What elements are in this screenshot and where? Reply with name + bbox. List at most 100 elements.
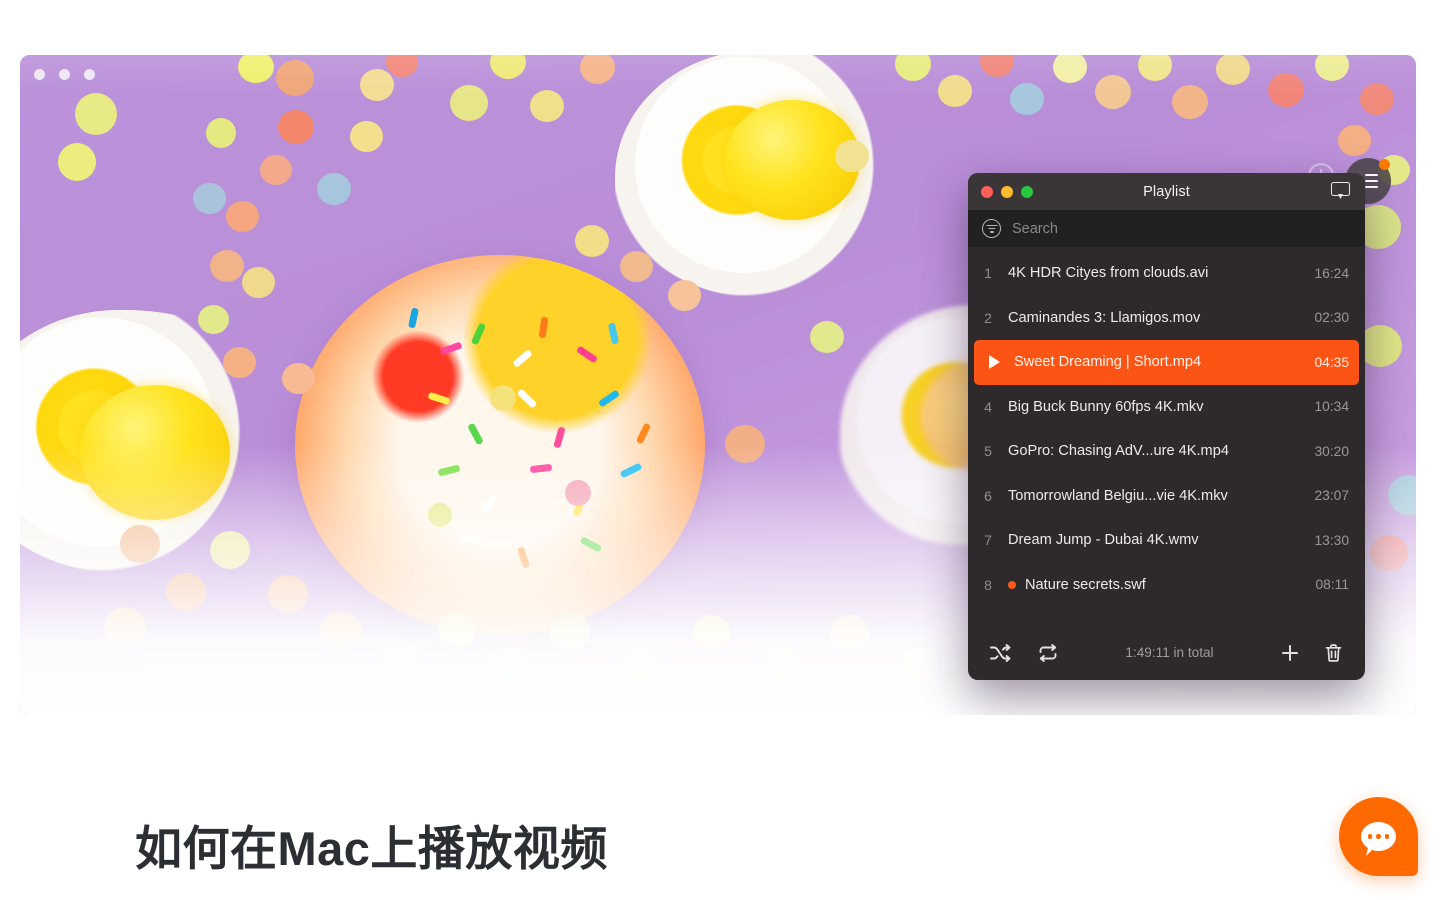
repeat-icon[interactable] bbox=[1037, 643, 1059, 662]
item-index: 6 bbox=[984, 487, 992, 504]
candy-dot bbox=[575, 225, 609, 257]
donut-with-sprinkles bbox=[295, 255, 705, 635]
item-name: Caminandes 3: Llamigos.mov bbox=[1008, 309, 1201, 326]
candy-dot bbox=[58, 143, 96, 181]
candy-dot bbox=[350, 121, 383, 152]
item-index: 1 bbox=[984, 265, 992, 282]
playlist-titlebar: Playlist bbox=[968, 173, 1365, 210]
plus-icon[interactable] bbox=[1280, 643, 1300, 663]
list-item[interactable]: 1 4K HDR Cityes from clouds.avi 16:24 bbox=[968, 251, 1365, 296]
candy-dot bbox=[268, 575, 308, 613]
candy-dot bbox=[830, 615, 870, 653]
play-icon bbox=[974, 355, 1014, 370]
search-input[interactable] bbox=[1012, 220, 1351, 237]
item-index: 4 bbox=[984, 398, 992, 415]
candy-dot bbox=[450, 85, 488, 121]
candy-dot bbox=[242, 267, 275, 298]
item-duration: 08:11 bbox=[1315, 577, 1349, 593]
item-duration: 23:07 bbox=[1314, 488, 1349, 504]
candy-dot bbox=[276, 60, 314, 96]
list-item[interactable]: 5 GoPro: Chasing AdV...ure 4K.mp4 30:20 bbox=[968, 429, 1365, 474]
candy-dot bbox=[75, 93, 117, 135]
playlist-footer: 1:49:11 in total bbox=[968, 625, 1365, 680]
candy-dot bbox=[620, 645, 660, 683]
item-duration: 02:30 bbox=[1314, 310, 1349, 326]
sprinkle-ball bbox=[428, 503, 452, 527]
candy-dot bbox=[360, 69, 394, 101]
item-index: 2 bbox=[984, 309, 992, 326]
list-item-active[interactable]: Sweet Dreaming | Short.mp4 04:35 bbox=[974, 340, 1359, 385]
egg-yolk-left bbox=[80, 385, 230, 520]
candy-dot bbox=[900, 647, 938, 683]
trash-icon[interactable] bbox=[1324, 643, 1343, 663]
item-index: 8 bbox=[984, 576, 992, 593]
candy-dot bbox=[810, 321, 844, 353]
unsupported-format-indicator bbox=[1008, 580, 1016, 589]
candy-dot bbox=[380, 643, 420, 681]
candy-dot bbox=[1338, 125, 1371, 156]
candy-dot bbox=[835, 140, 869, 172]
candy-dot bbox=[438, 611, 476, 647]
candy-dot bbox=[320, 611, 362, 651]
list-item[interactable]: 7 Dream Jump - Dubai 4K.wmv 13:30 bbox=[968, 518, 1365, 563]
item-name: Tomorrowland Belgiu...vie 4K.mkv bbox=[1008, 487, 1228, 504]
candy-dot bbox=[206, 118, 236, 148]
item-duration: 30:20 bbox=[1314, 443, 1349, 459]
item-duration: 04:35 bbox=[1314, 354, 1349, 370]
candy-dot bbox=[198, 305, 229, 334]
candy-dot bbox=[260, 155, 292, 185]
candy-dot bbox=[278, 110, 314, 144]
video-stage: Playlist 1 4K HDR Cityes from clouds.avi… bbox=[20, 55, 1416, 715]
candy-dot bbox=[1370, 535, 1408, 571]
list-item[interactable]: 6 Tomorrowland Belgiu...vie 4K.mkv 23:07 bbox=[968, 474, 1365, 519]
candy-dot bbox=[1360, 83, 1394, 115]
candy-dot bbox=[668, 280, 701, 311]
stage-window-controls[interactable] bbox=[34, 69, 95, 80]
candy-dot bbox=[490, 647, 528, 683]
list-item[interactable]: 4 Big Buck Bunny 60fps 4K.mkv 10:34 bbox=[968, 385, 1365, 430]
maximize-button[interactable] bbox=[1021, 185, 1033, 198]
candy-dot bbox=[226, 201, 259, 232]
candy-dot bbox=[193, 183, 226, 214]
candy-dot bbox=[282, 363, 315, 394]
candy-dot bbox=[104, 607, 146, 647]
item-name: GoPro: Chasing AdV...ure 4K.mp4 bbox=[1008, 443, 1229, 460]
playlist-window: Playlist 1 4K HDR Cityes from clouds.avi… bbox=[968, 173, 1365, 680]
chat-bubble-icon bbox=[1361, 822, 1396, 851]
close-button[interactable] bbox=[981, 185, 993, 198]
list-item[interactable]: 8 Nature secrets.swf 08:11 bbox=[968, 563, 1365, 608]
search-bar[interactable] bbox=[968, 210, 1365, 247]
candy-dot bbox=[1095, 75, 1131, 109]
candy-dot bbox=[166, 573, 206, 611]
candy-dot bbox=[210, 531, 250, 569]
candy-dot bbox=[620, 251, 653, 282]
minimize-button[interactable] bbox=[1001, 185, 1013, 198]
chat-support-button[interactable] bbox=[1339, 797, 1418, 876]
playlist-items[interactable]: 1 4K HDR Cityes from clouds.avi 16:24 2 … bbox=[968, 247, 1365, 621]
page-title: 如何在Mac上播放视频 bbox=[135, 822, 608, 875]
candy-dot bbox=[317, 173, 351, 205]
item-duration: 13:30 bbox=[1314, 532, 1349, 548]
candy-dot bbox=[223, 347, 256, 378]
candy-dot bbox=[725, 425, 765, 463]
item-name: Nature secrets.swf bbox=[1008, 577, 1305, 593]
sprinkle-ball bbox=[565, 480, 591, 506]
filter-icon bbox=[982, 219, 1001, 238]
candy-dot bbox=[530, 90, 564, 122]
stage-dot-maximize[interactable] bbox=[84, 69, 95, 80]
stage-dot-close[interactable] bbox=[34, 69, 45, 80]
display-screen-icon[interactable] bbox=[1331, 182, 1351, 201]
item-index: 7 bbox=[984, 532, 992, 549]
window-traffic-lights[interactable] bbox=[981, 185, 1033, 198]
candy-dot bbox=[1010, 83, 1044, 115]
stage-dot-minimize[interactable] bbox=[59, 69, 70, 80]
item-name: 4K HDR Cityes from clouds.avi bbox=[1008, 265, 1209, 282]
candy-dot bbox=[1268, 73, 1304, 107]
candy-dot bbox=[120, 525, 160, 563]
list-item[interactable]: 2 Caminandes 3: Llamigos.mov 02:30 bbox=[968, 296, 1365, 341]
notification-badge bbox=[1379, 159, 1390, 170]
shuffle-icon[interactable] bbox=[990, 643, 1011, 662]
item-name: Dream Jump - Dubai 4K.wmv bbox=[1008, 532, 1199, 549]
candy-dot bbox=[1172, 85, 1208, 119]
sprinkle-ball bbox=[490, 385, 516, 411]
